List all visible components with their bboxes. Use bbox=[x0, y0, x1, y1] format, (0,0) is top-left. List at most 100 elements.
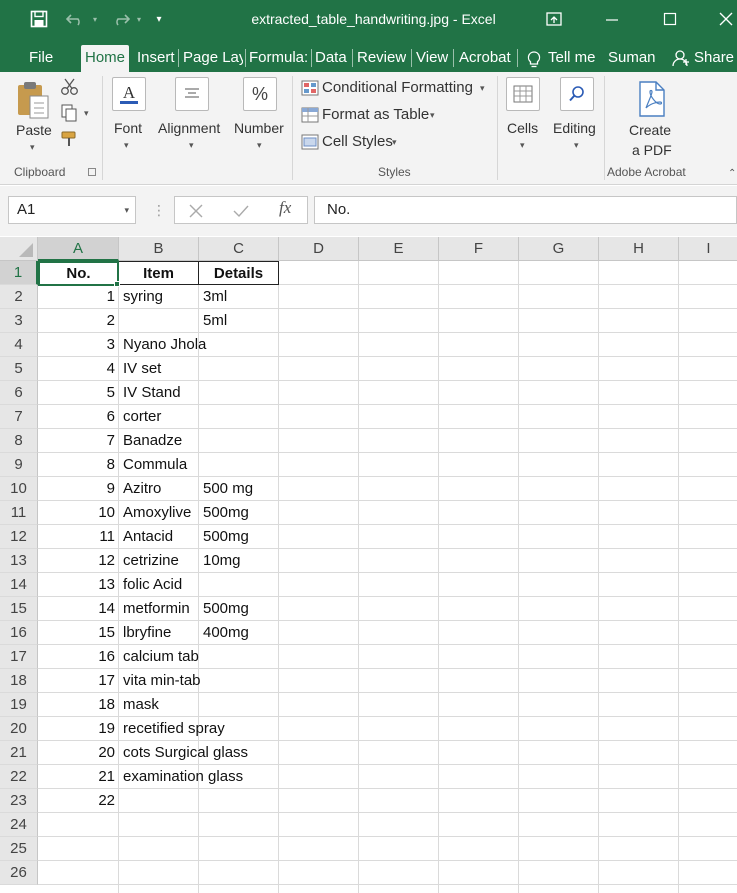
row-header-20[interactable]: 20 bbox=[0, 717, 38, 741]
share-button[interactable]: Share bbox=[694, 45, 734, 72]
row-header-10[interactable]: 10 bbox=[0, 477, 38, 501]
paste-dropdown-icon[interactable]: ▾ bbox=[30, 142, 35, 153]
header-cell-item[interactable]: Item bbox=[118, 261, 199, 285]
column-header-h[interactable]: H bbox=[599, 237, 679, 261]
account-user-name[interactable]: Suman bbox=[608, 45, 656, 72]
row-header-17[interactable]: 17 bbox=[0, 645, 38, 669]
row-header-26[interactable]: 26 bbox=[0, 861, 38, 885]
tab-page-layout[interactable]: Page Lay bbox=[183, 45, 243, 72]
name-box[interactable]: A1 ▾ bbox=[8, 196, 136, 224]
cell-no[interactable]: 2 bbox=[38, 309, 119, 333]
font-button[interactable]: Font bbox=[114, 120, 142, 136]
cell-no[interactable]: 9 bbox=[38, 477, 119, 501]
row-header-13[interactable]: 13 bbox=[0, 549, 38, 573]
number-button[interactable]: Number bbox=[234, 120, 284, 136]
cell-styles-icon[interactable] bbox=[301, 134, 319, 150]
row-header-18[interactable]: 18 bbox=[0, 669, 38, 693]
column-header-b[interactable]: B bbox=[119, 237, 199, 261]
row-header-6[interactable]: 6 bbox=[0, 381, 38, 405]
font-dropdown-icon[interactable]: ▾ bbox=[124, 140, 129, 151]
cell-no[interactable]: 10 bbox=[38, 501, 119, 525]
formula-bar-resize-handle[interactable]: ⋮ bbox=[152, 200, 166, 220]
column-header-c[interactable]: C bbox=[199, 237, 279, 261]
create-pdf-button-line2[interactable]: a PDF bbox=[632, 142, 672, 158]
insert-function-icon[interactable]: fx bbox=[279, 198, 291, 218]
tab-insert[interactable]: Insert bbox=[137, 45, 175, 72]
cell-item[interactable]: Commula bbox=[119, 453, 187, 477]
maximize-icon[interactable] bbox=[660, 8, 680, 30]
column-header-f[interactable]: F bbox=[439, 237, 519, 261]
minimize-icon[interactable] bbox=[602, 8, 622, 30]
row-header-3[interactable]: 3 bbox=[0, 309, 38, 333]
percent-icon[interactable]: % bbox=[243, 77, 277, 111]
format-painter-icon[interactable] bbox=[60, 130, 80, 148]
cell-styles-dropdown-icon[interactable]: ▾ bbox=[392, 137, 397, 148]
cell-details[interactable]: 500mg bbox=[199, 501, 279, 525]
column-header-a[interactable]: A bbox=[38, 237, 119, 261]
row-header-15[interactable]: 15 bbox=[0, 597, 38, 621]
cell-details[interactable]: 10mg bbox=[199, 549, 279, 573]
cell-item[interactable]: calcium tab bbox=[119, 645, 199, 669]
cell-item[interactable]: corter bbox=[119, 405, 161, 429]
cancel-icon[interactable] bbox=[188, 203, 204, 222]
cell-details[interactable]: 400mg bbox=[199, 621, 279, 645]
cell-item[interactable]: IV Stand bbox=[119, 381, 181, 405]
cell-item[interactable]: lbryfine bbox=[119, 621, 199, 645]
row-header-14[interactable]: 14 bbox=[0, 573, 38, 597]
column-header-d[interactable]: D bbox=[279, 237, 359, 261]
cell-no[interactable]: 3 bbox=[38, 333, 119, 357]
cells-dropdown-icon[interactable]: ▾ bbox=[520, 140, 525, 151]
row-header-11[interactable]: 11 bbox=[0, 501, 38, 525]
tab-file[interactable]: File bbox=[29, 45, 53, 72]
enter-check-icon[interactable] bbox=[233, 203, 249, 222]
cell-item[interactable]: metformin bbox=[119, 597, 199, 621]
close-icon[interactable] bbox=[716, 8, 736, 30]
cell-no[interactable]: 1 bbox=[38, 285, 119, 309]
name-box-dropdown-icon[interactable]: ▾ bbox=[124, 197, 129, 223]
font-icon[interactable]: A bbox=[112, 77, 146, 111]
clipboard-launcher-icon[interactable] bbox=[88, 168, 96, 176]
cell-details[interactable]: 3ml bbox=[199, 285, 279, 309]
editing-dropdown-icon[interactable]: ▾ bbox=[574, 140, 579, 151]
row-header-25[interactable]: 25 bbox=[0, 837, 38, 861]
tab-data[interactable]: Data bbox=[315, 45, 347, 72]
cell-no[interactable]: 11 bbox=[38, 525, 119, 549]
row-header-24[interactable]: 24 bbox=[0, 813, 38, 837]
tab-review[interactable]: Review bbox=[357, 45, 406, 72]
cell-item[interactable]: Banadze bbox=[119, 429, 182, 453]
cell-item[interactable]: syring bbox=[119, 285, 199, 309]
cell-no[interactable]: 14 bbox=[38, 597, 119, 621]
cells-icon[interactable] bbox=[506, 77, 540, 111]
cell-no[interactable]: 18 bbox=[38, 693, 119, 717]
row-header-22[interactable]: 22 bbox=[0, 765, 38, 789]
cell-no[interactable]: 6 bbox=[38, 405, 119, 429]
cell-item[interactable]: examination glass bbox=[119, 765, 243, 789]
cell-no[interactable]: 13 bbox=[38, 573, 119, 597]
row-header-19[interactable]: 19 bbox=[0, 693, 38, 717]
cell-no[interactable]: 15 bbox=[38, 621, 119, 645]
cell-item[interactable]: Nyano Jhola bbox=[119, 333, 206, 357]
alignment-dropdown-icon[interactable]: ▾ bbox=[189, 140, 194, 151]
cell-item[interactable]: mask bbox=[119, 693, 159, 717]
copy-dropdown-icon[interactable]: ▾ bbox=[84, 108, 89, 119]
conditional-formatting-icon[interactable] bbox=[301, 80, 319, 96]
cell-no[interactable]: 17 bbox=[38, 669, 119, 693]
row-header-16[interactable]: 16 bbox=[0, 621, 38, 645]
cell-no[interactable]: 19 bbox=[38, 717, 119, 741]
tell-me-search[interactable]: Tell me bbox=[548, 45, 596, 72]
row-header-7[interactable]: 7 bbox=[0, 405, 38, 429]
copy-icon[interactable] bbox=[60, 104, 80, 122]
cell-details[interactable]: 500 mg bbox=[199, 477, 279, 501]
cell-item[interactable]: Amoxylive bbox=[119, 501, 199, 525]
row-header-8[interactable]: 8 bbox=[0, 429, 38, 453]
number-dropdown-icon[interactable]: ▾ bbox=[257, 140, 262, 151]
format-as-table-button[interactable]: Format as Table bbox=[322, 106, 429, 123]
column-header-g[interactable]: G bbox=[519, 237, 599, 261]
cell-item[interactable]: cetrizine bbox=[119, 549, 199, 573]
cell-no[interactable]: 22 bbox=[38, 789, 119, 813]
cell-no[interactable]: 8 bbox=[38, 453, 119, 477]
cell-no[interactable]: 5 bbox=[38, 381, 119, 405]
select-all-corner[interactable] bbox=[0, 237, 38, 261]
cell-item[interactable]: Antacid bbox=[119, 525, 199, 549]
cell-item[interactable]: recetified spray bbox=[119, 717, 225, 741]
